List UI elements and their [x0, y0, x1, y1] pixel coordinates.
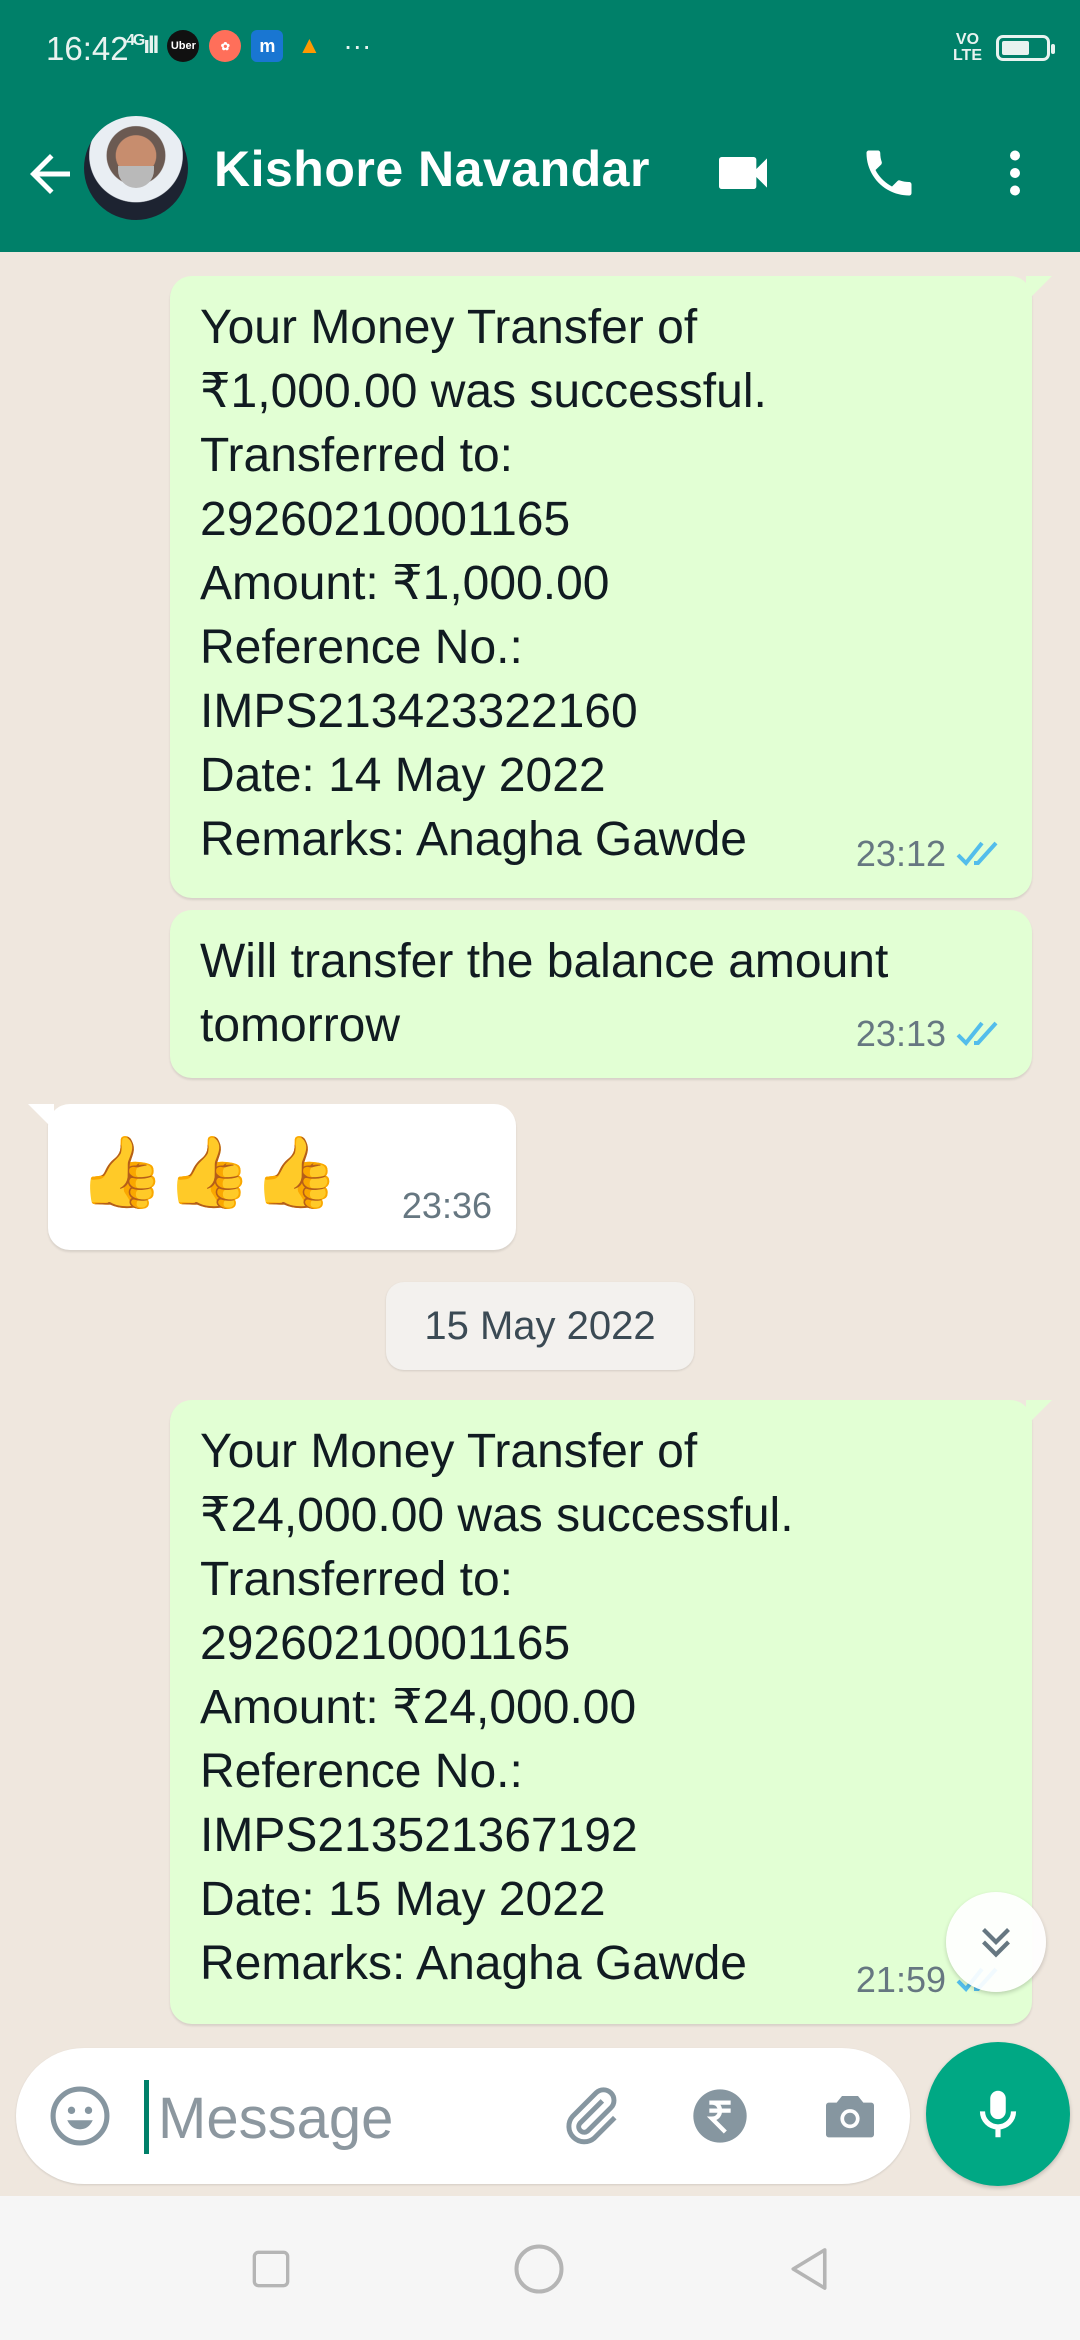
message-meta: 23:13: [856, 1002, 1008, 1066]
message-time: 21:59: [855, 1959, 946, 2000]
message-time: 23:36: [401, 1185, 492, 1226]
back-arrow-icon[interactable]: [20, 144, 80, 204]
network-type: 4G: [126, 32, 145, 49]
more-notifications-icon: ···: [343, 30, 372, 61]
uber-icon: Uber: [167, 30, 200, 62]
more-vertical-icon[interactable]: [980, 138, 1050, 208]
status-bar: 16:42 4Gıll Uber ✿ m ▲ ··· VO LTE: [0, 0, 1080, 108]
message-text: Your Money Transfer of ₹24,000.00 was su…: [200, 1425, 794, 1990]
message-meta: 23:12: [856, 822, 1008, 886]
mic-icon: [979, 2090, 1017, 2138]
text-cursor: [144, 2080, 149, 2154]
back-icon[interactable]: [774, 2234, 844, 2304]
attach-icon[interactable]: [552, 2078, 628, 2154]
scroll-to-bottom-button[interactable]: [946, 1892, 1046, 1992]
recents-icon[interactable]: [236, 2234, 306, 2304]
volte-icon: VO LTE: [952, 31, 982, 64]
chat-header: Kishore Navandar: [0, 108, 1080, 252]
composer: [0, 2042, 1080, 2196]
message-time: 23:12: [855, 833, 946, 874]
message-input[interactable]: [156, 2074, 520, 2162]
message-text: Your Money Transfer of ₹1,000.00 was suc…: [200, 301, 767, 866]
mic-button[interactable]: [926, 2042, 1070, 2186]
emoji-icon[interactable]: [46, 2082, 114, 2150]
status-time: 16:42: [46, 30, 129, 67]
read-ticks-icon: [956, 841, 998, 866]
home-icon[interactable]: [504, 2234, 574, 2304]
system-nav-bar: [0, 2196, 1080, 2340]
video-call-icon[interactable]: [708, 138, 778, 208]
message-bubble-outgoing[interactable]: Your Money Transfer of ₹1,000.00 was suc…: [170, 276, 1052, 898]
battery-icon: [996, 35, 1055, 61]
message-bubble-outgoing[interactable]: Your Money Transfer of ₹24,000.00 was su…: [170, 1400, 1052, 2024]
chat-area[interactable]: Your Money Transfer of ₹1,000.00 was suc…: [0, 252, 1080, 2042]
message-meta: 23:36: [402, 1174, 492, 1238]
message-time: 23:13: [855, 1013, 946, 1054]
rupee-payment-icon[interactable]: [682, 2078, 758, 2154]
contact-name[interactable]: Kishore Navandar: [214, 140, 650, 198]
double-chevron-down-icon: [982, 1928, 1010, 1958]
message-bubble-outgoing[interactable]: Will transfer the balance amount tomorro…: [170, 910, 1032, 1078]
status-icons: 4Gıll Uber ✿ m ▲ ···: [126, 30, 371, 62]
avatar[interactable]: [84, 116, 188, 220]
m-app-icon: m: [251, 30, 284, 62]
camera-icon[interactable]: [812, 2078, 888, 2154]
signal-icon: 4Gıll: [126, 32, 159, 59]
date-separator: 15 May 2022: [386, 1282, 694, 1370]
read-ticks-icon: [956, 1021, 998, 1046]
voice-call-icon[interactable]: [854, 138, 924, 208]
message-composer: [16, 2048, 910, 2184]
triangle-app-icon: ▲: [297, 32, 322, 59]
game-icon: ✿: [209, 30, 242, 62]
message-bubble-incoming[interactable]: 👍👍👍 23:36: [28, 1104, 516, 1250]
